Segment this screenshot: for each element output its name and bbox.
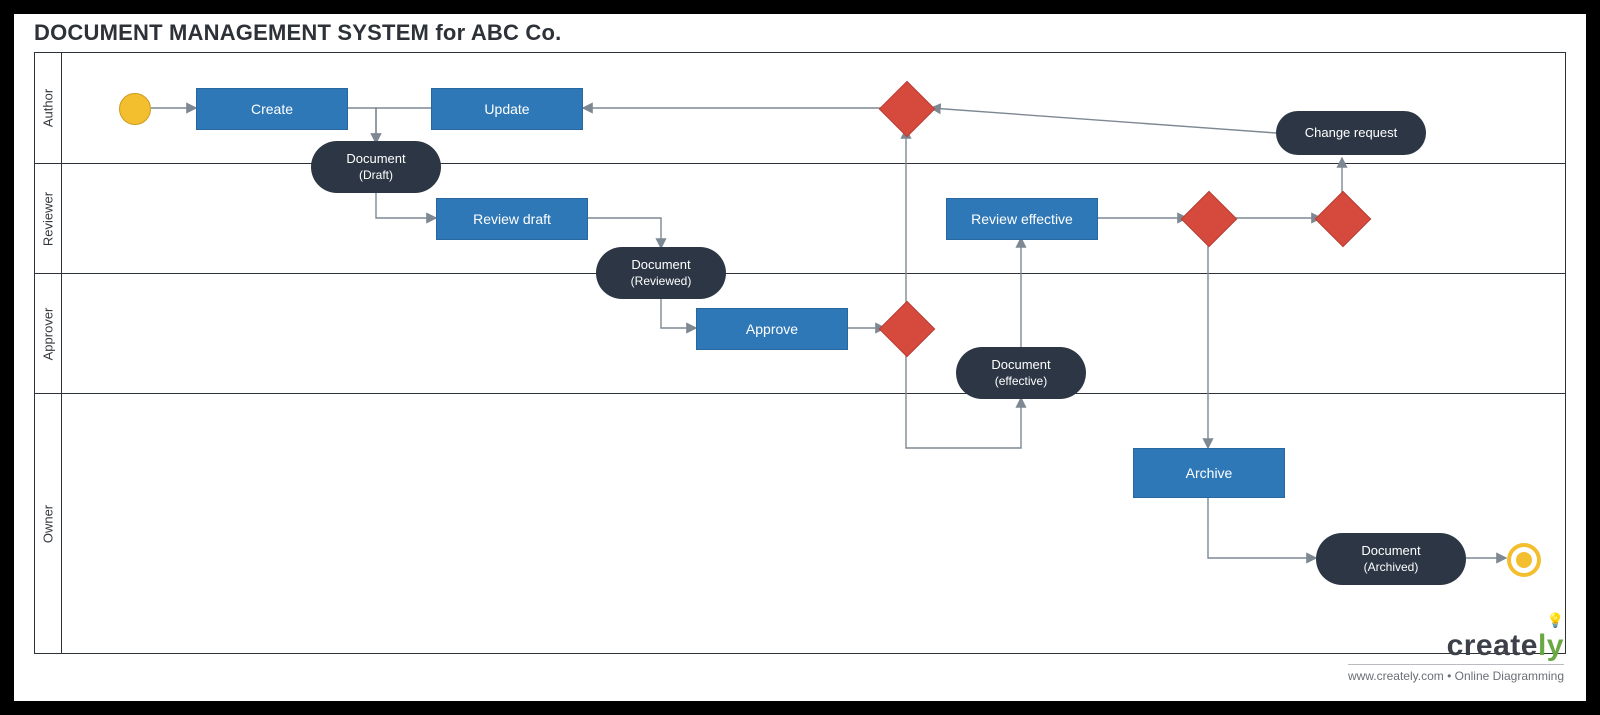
doc-sublabel: (Archived) [1364, 560, 1419, 575]
doc-sublabel: (effective) [995, 374, 1047, 389]
doc-label: Document [1361, 543, 1420, 559]
diagram-page: DOCUMENT MANAGEMENT SYSTEM for ABC Co. A… [0, 0, 1600, 715]
doc-archived[interactable]: Document (Archived) [1316, 533, 1466, 585]
start-node [119, 93, 151, 125]
activity-label: Archive [1186, 465, 1233, 481]
lightbulb-icon: 💡 [1547, 612, 1564, 629]
decision-change-route[interactable] [1315, 191, 1372, 248]
doc-label: Document [991, 357, 1050, 373]
doc-reviewed[interactable]: Document (Reviewed) [596, 247, 726, 299]
activity-update[interactable]: Update [431, 88, 583, 130]
doc-label: Document [631, 257, 690, 273]
lane-label: Approver [41, 308, 56, 361]
decision-approve[interactable] [879, 301, 936, 358]
brand-tagline: www.creately.com • Online Diagramming [1348, 664, 1564, 683]
activity-label: Review effective [971, 211, 1073, 227]
activity-review-draft[interactable]: Review draft [436, 198, 588, 240]
diagram-sheet: DOCUMENT MANAGEMENT SYSTEM for ABC Co. A… [14, 14, 1586, 701]
activity-archive[interactable]: Archive [1133, 448, 1285, 498]
decision-author-top[interactable] [879, 81, 936, 138]
brand-logo: creately [1447, 629, 1564, 663]
doc-sublabel: (Reviewed) [631, 274, 692, 289]
diagram-stage: Create Update Review draft Review effect… [61, 53, 1565, 653]
doc-label: Document [346, 151, 405, 167]
logo-part-a: create [1447, 629, 1538, 662]
decision-review-effective[interactable] [1181, 191, 1238, 248]
lane-head-reviewer: Reviewer [35, 164, 62, 274]
logo-part-b: ly [1538, 629, 1564, 662]
activity-label: Change request [1305, 125, 1398, 141]
activity-create[interactable]: Create [196, 88, 348, 130]
activity-label: Review draft [473, 211, 551, 227]
doc-draft[interactable]: Document (Draft) [311, 141, 441, 193]
doc-effective[interactable]: Document (effective) [956, 347, 1086, 399]
page-title: DOCUMENT MANAGEMENT SYSTEM for ABC Co. [34, 20, 561, 46]
swimlane-container: Author Reviewer Approver Owner [34, 52, 1566, 654]
end-node [1507, 543, 1541, 577]
lane-head-author: Author [35, 53, 62, 163]
activity-change-request[interactable]: Change request [1276, 111, 1426, 155]
doc-sublabel: (Draft) [359, 168, 393, 183]
activity-review-effective[interactable]: Review effective [946, 198, 1098, 240]
activity-approve[interactable]: Approve [696, 308, 848, 350]
lane-head-owner: Owner [35, 394, 62, 654]
lane-head-approver: Approver [35, 274, 62, 394]
lane-label: Owner [41, 505, 56, 543]
lane-label: Reviewer [41, 192, 56, 246]
activity-label: Create [251, 101, 293, 117]
lane-label: Author [41, 89, 56, 127]
activity-label: Update [484, 101, 529, 117]
activity-label: Approve [746, 321, 798, 337]
